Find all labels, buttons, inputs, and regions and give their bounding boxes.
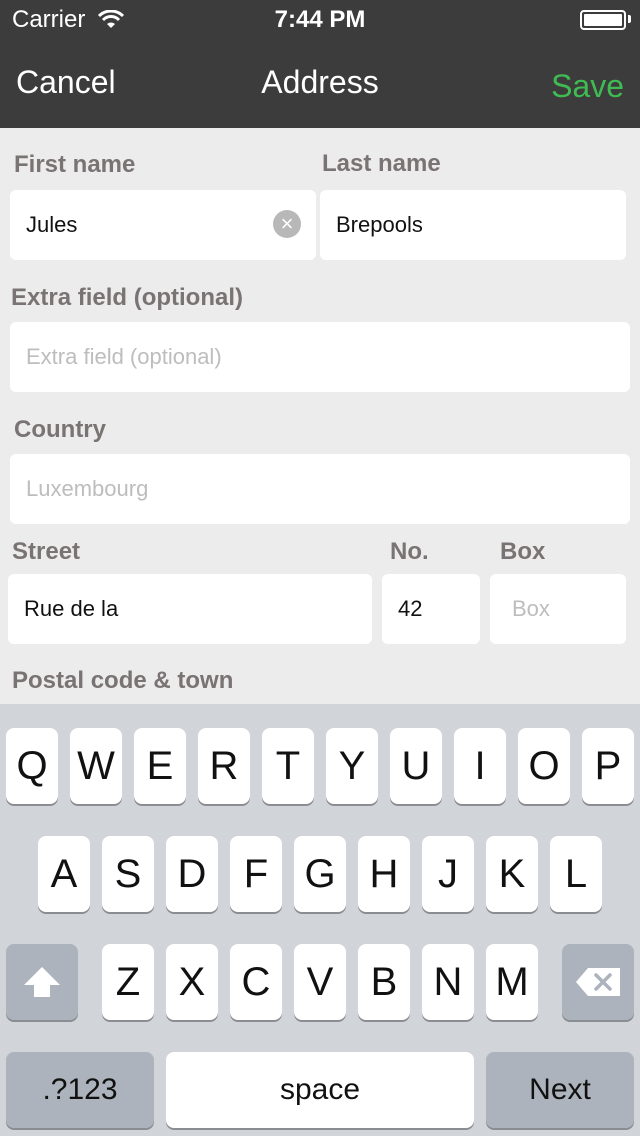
last-name-field[interactable]: Brepools xyxy=(320,190,626,260)
number-value: 42 xyxy=(398,596,423,621)
number-label: No. xyxy=(390,538,429,565)
key-h[interactable]: H xyxy=(358,836,410,912)
key-v[interactable]: V xyxy=(294,944,346,1020)
extra-field-input[interactable]: Extra field (optional) xyxy=(10,322,630,392)
battery-tip xyxy=(628,15,631,23)
key-t[interactable]: T xyxy=(262,728,314,804)
first-name-label: First name xyxy=(14,151,136,178)
key-d[interactable]: D xyxy=(166,836,218,912)
key-g[interactable]: G xyxy=(294,836,346,912)
key-s[interactable]: S xyxy=(102,836,154,912)
shift-key[interactable] xyxy=(6,944,78,1020)
key-w[interactable]: W xyxy=(70,728,122,804)
page-title: Address xyxy=(261,64,379,100)
clear-icon[interactable]: × xyxy=(273,210,301,238)
key-z[interactable]: Z xyxy=(102,944,154,1020)
country-value: Luxembourg xyxy=(26,476,149,501)
battery-icon xyxy=(580,10,626,30)
clock: 7:44 PM xyxy=(274,6,366,33)
last-name-value: Brepools xyxy=(336,212,423,237)
key-o[interactable]: O xyxy=(518,728,570,804)
first-name-value: Jules xyxy=(26,212,78,237)
key-x[interactable]: X xyxy=(166,944,218,1020)
space-key[interactable]: space xyxy=(166,1052,474,1128)
street-label: Street xyxy=(12,538,81,565)
shift-arrow-icon xyxy=(24,967,60,997)
key-r[interactable]: R xyxy=(198,728,250,804)
key-e[interactable]: E xyxy=(134,728,186,804)
key-a[interactable]: A xyxy=(38,836,90,912)
key-p[interactable]: P xyxy=(582,728,634,804)
postal-code-label: Postal code & town xyxy=(12,667,234,694)
key-f[interactable]: F xyxy=(230,836,282,912)
numbers-key[interactable]: .?123 xyxy=(6,1052,154,1128)
backspace-icon xyxy=(576,968,620,996)
next-key[interactable]: Next xyxy=(486,1052,634,1128)
key-c[interactable]: C xyxy=(230,944,282,1020)
key-l[interactable]: L xyxy=(550,836,602,912)
box-label: Box xyxy=(500,538,546,565)
key-k[interactable]: K xyxy=(486,836,538,912)
extra-field-label: Extra field (optional) xyxy=(11,284,244,311)
key-y[interactable]: Y xyxy=(326,728,378,804)
key-m[interactable]: M xyxy=(486,944,538,1020)
first-name-field[interactable]: Jules × xyxy=(10,190,316,260)
key-i[interactable]: I xyxy=(454,728,506,804)
box-placeholder: Box xyxy=(512,596,550,621)
save-button[interactable]: Save xyxy=(551,68,624,105)
navigation-bar: Carrier 7:44 PM Cancel Address Save xyxy=(0,0,640,128)
extra-field-placeholder: Extra field (optional) xyxy=(26,344,222,369)
delete-key[interactable] xyxy=(562,944,634,1020)
country-field[interactable]: Luxembourg xyxy=(10,454,630,524)
country-label: Country xyxy=(14,416,106,443)
keyboard: Q W E R T Y U I O P A S D F G H J K L Z … xyxy=(0,704,640,1136)
number-field[interactable]: 42 xyxy=(382,574,480,644)
key-j[interactable]: J xyxy=(422,836,474,912)
key-n[interactable]: N xyxy=(422,944,474,1020)
street-value: Rue de la xyxy=(24,596,119,621)
key-u[interactable]: U xyxy=(390,728,442,804)
box-field[interactable]: Box xyxy=(490,574,626,644)
key-b[interactable]: B xyxy=(358,944,410,1020)
key-q[interactable]: Q xyxy=(6,728,58,804)
last-name-label: Last name xyxy=(322,150,441,177)
street-field[interactable]: Rue de la xyxy=(8,574,372,644)
